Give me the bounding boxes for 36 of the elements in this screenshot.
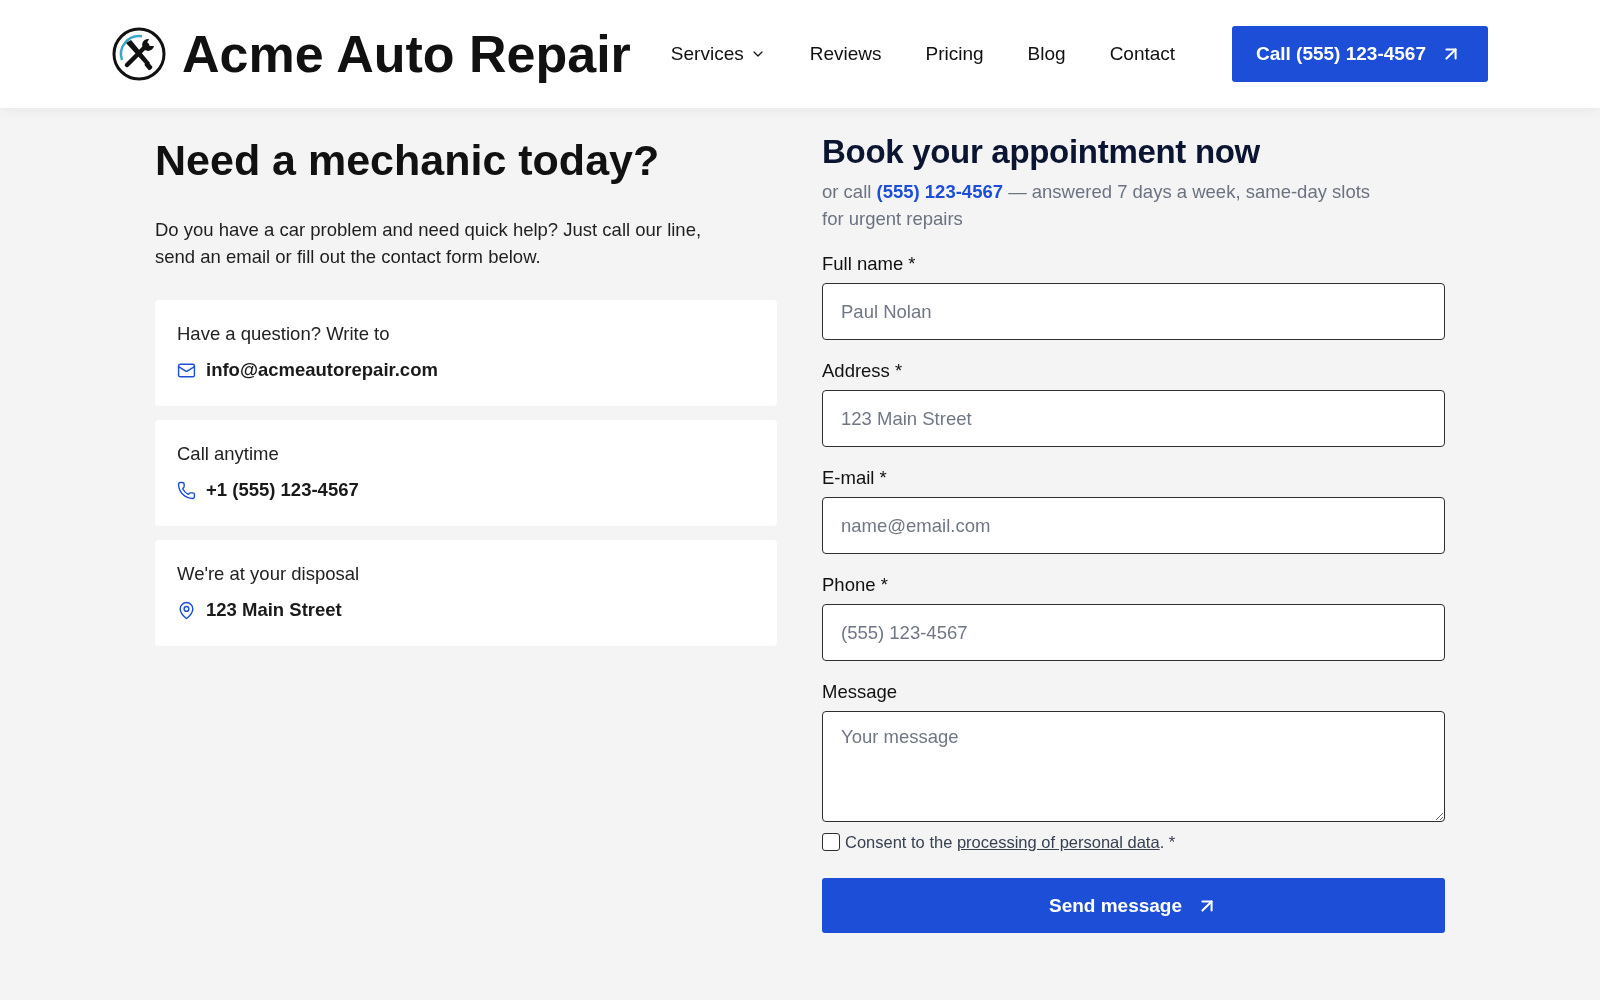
- phone-icon: [177, 480, 196, 500]
- consent-text: Consent to the processing of personal data. *: [845, 832, 1176, 853]
- phone-link[interactable]: (555) 123-4567: [876, 181, 1003, 202]
- envelope-icon: [177, 360, 196, 380]
- map-pin-icon: [177, 600, 196, 620]
- input-field[interactable]: (555) 123-4567: [822, 604, 1445, 661]
- nav-link[interactable]: Blog: [1027, 43, 1066, 65]
- field-label: E-mail *: [822, 466, 888, 490]
- intro-text: Do you have a car problem and need quick help? Just call our line, send an email or fill out the contact form below.: [155, 218, 703, 269]
- form-title: Book your appointment now: [822, 132, 1261, 172]
- field-label: Full name *: [822, 252, 917, 276]
- wrench-screwdriver-icon: [112, 27, 166, 81]
- message-field[interactable]: Your message: [822, 711, 1445, 822]
- card-value: info@acmeautorepair.com: [206, 358, 438, 382]
- card-label: Call anytime: [177, 442, 280, 466]
- input-field[interactable]: name@email.com: [822, 497, 1445, 554]
- nav-link[interactable]: Pricing: [925, 43, 984, 65]
- send-button[interactable]: Send message: [822, 878, 1445, 933]
- field-label: Phone *: [822, 573, 889, 597]
- privacy-link[interactable]: processing of personal data: [956, 833, 1160, 851]
- card-value: +1 (555) 123-4567: [206, 478, 359, 502]
- field-label: Address *: [822, 359, 904, 383]
- input-field[interactable]: 123 Main Street: [822, 390, 1445, 447]
- field-label: Message: [822, 680, 899, 704]
- card-label: We're at your disposal: [177, 562, 361, 586]
- card-label: Have a question? Write to: [177, 322, 391, 346]
- nav-link[interactable]: Contact: [1109, 43, 1176, 65]
- call-button[interactable]: Call (555) 123-4567: [1231, 26, 1488, 82]
- card-value: 123 Main Street: [206, 598, 342, 622]
- page-title: Need a mechanic today?: [155, 135, 661, 186]
- consent-checkbox[interactable]: [822, 833, 840, 851]
- nav-link[interactable]: Reviews: [809, 43, 882, 65]
- form-subtitle: or call (555) 123-4567 — answered 7 days a week, same-day slots for urgent repairs: [822, 180, 1372, 231]
- input-field[interactable]: Paul Nolan: [822, 283, 1445, 340]
- logo-link[interactable]: Acme Auto Repair: [112, 24, 631, 84]
- nav-link[interactable]: Services: [670, 43, 766, 65]
